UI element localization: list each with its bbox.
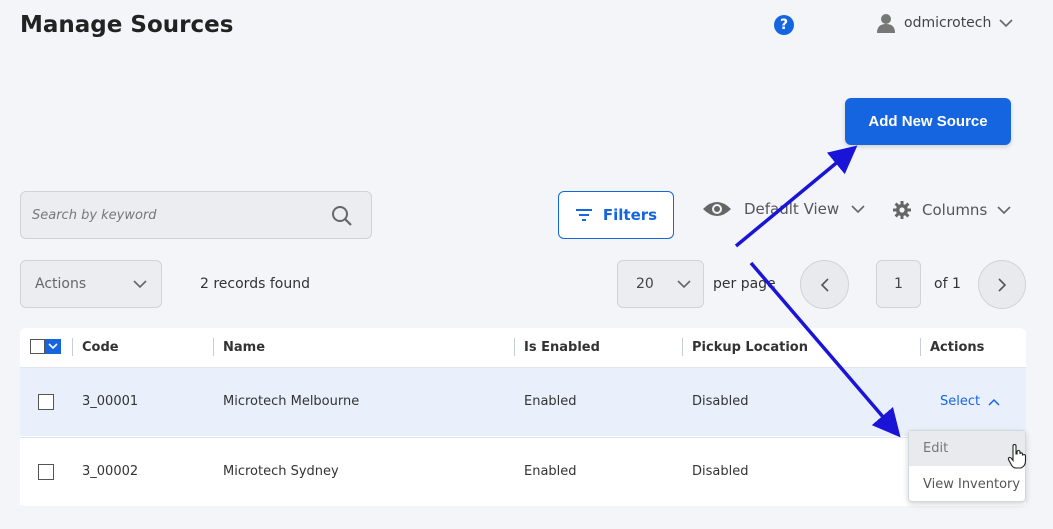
column-header-actions: Actions	[930, 340, 985, 355]
chevron-right-icon	[998, 277, 1007, 292]
per-page-label: per page	[713, 276, 776, 292]
cell-name: Microtech Melbourne	[223, 394, 360, 409]
columns-dropdown[interactable]: Columns	[892, 200, 1011, 220]
user-menu[interactable]: odmicrotech	[876, 13, 1013, 33]
select-all-checkbox[interactable]	[30, 339, 61, 354]
hand-cursor-icon	[1007, 444, 1027, 469]
chevron-down-icon	[677, 280, 691, 289]
eye-icon	[703, 202, 731, 216]
columns-label: Columns	[922, 201, 988, 219]
chevron-down-icon	[997, 206, 1011, 215]
gear-icon	[893, 201, 911, 219]
cell-pickup-location: Disabled	[692, 464, 749, 479]
actions-label: Actions	[35, 276, 87, 292]
question-circle-icon[interactable]: ?	[774, 15, 794, 35]
row-checkbox[interactable]	[38, 464, 54, 480]
filters-label: Filters	[602, 206, 658, 224]
per-page-select[interactable]: 20	[617, 260, 704, 308]
chevron-down-icon	[133, 280, 147, 289]
menu-item-view-inventory[interactable]: View Inventory	[909, 467, 1025, 502]
chevron-up-icon	[988, 398, 1000, 406]
next-page-button[interactable]	[978, 260, 1026, 309]
column-divider	[213, 338, 214, 356]
username: odmicrotech	[904, 15, 992, 31]
search-input[interactable]	[21, 192, 321, 238]
search-box	[20, 191, 372, 239]
page-title: Manage Sources	[20, 12, 234, 38]
table-header: Code Name Is Enabled Pickup Location Act…	[20, 328, 1026, 368]
chevron-down-icon[interactable]	[45, 339, 61, 354]
view-label: Default View	[744, 200, 840, 218]
search-icon[interactable]	[331, 205, 353, 227]
cell-is-enabled: Enabled	[524, 464, 577, 479]
cell-code: 3_00001	[82, 394, 139, 409]
chevron-down-icon	[999, 19, 1013, 28]
column-header-code[interactable]: Code	[82, 340, 119, 355]
column-divider	[514, 338, 515, 356]
table-row[interactable]: 3_00001 Microtech Melbourne Enabled Disa…	[20, 368, 1026, 436]
arrow-to-add-button	[734, 145, 858, 248]
filter-icon	[575, 209, 592, 221]
table-row[interactable]: 3_00002 Microtech Sydney Enabled Disable…	[20, 437, 1026, 505]
row-actions-select[interactable]: Select	[940, 394, 1000, 409]
column-divider	[920, 338, 921, 356]
chevron-down-icon	[851, 205, 865, 214]
cell-name: Microtech Sydney	[223, 464, 339, 479]
user-icon	[877, 14, 895, 33]
chevron-left-icon	[820, 277, 829, 292]
cell-is-enabled: Enabled	[524, 394, 577, 409]
row-checkbox[interactable]	[38, 394, 54, 410]
select-label: Select	[940, 394, 981, 409]
checkbox[interactable]	[30, 339, 45, 354]
cell-pickup-location: Disabled	[692, 394, 749, 409]
mass-actions-dropdown[interactable]: Actions	[20, 260, 162, 308]
total-pages-label: of 1	[934, 276, 961, 292]
records-count: 2 records found	[200, 276, 310, 292]
filters-button[interactable]: Filters	[558, 191, 674, 239]
column-header-pickup-location[interactable]: Pickup Location	[692, 340, 808, 355]
previous-page-button[interactable]	[800, 260, 849, 309]
column-header-name[interactable]: Name	[223, 340, 265, 355]
column-divider	[72, 338, 73, 356]
column-divider	[682, 338, 683, 356]
column-header-is-enabled[interactable]: Is Enabled	[524, 340, 600, 355]
add-new-source-button[interactable]: Add New Source	[845, 98, 1011, 145]
page-number-input[interactable]: 1	[876, 260, 921, 308]
default-view-dropdown[interactable]: Default View	[702, 200, 865, 218]
sources-table: Code Name Is Enabled Pickup Location Act…	[20, 328, 1026, 506]
cell-code: 3_00002	[82, 464, 139, 479]
per-page-value: 20	[636, 276, 654, 292]
